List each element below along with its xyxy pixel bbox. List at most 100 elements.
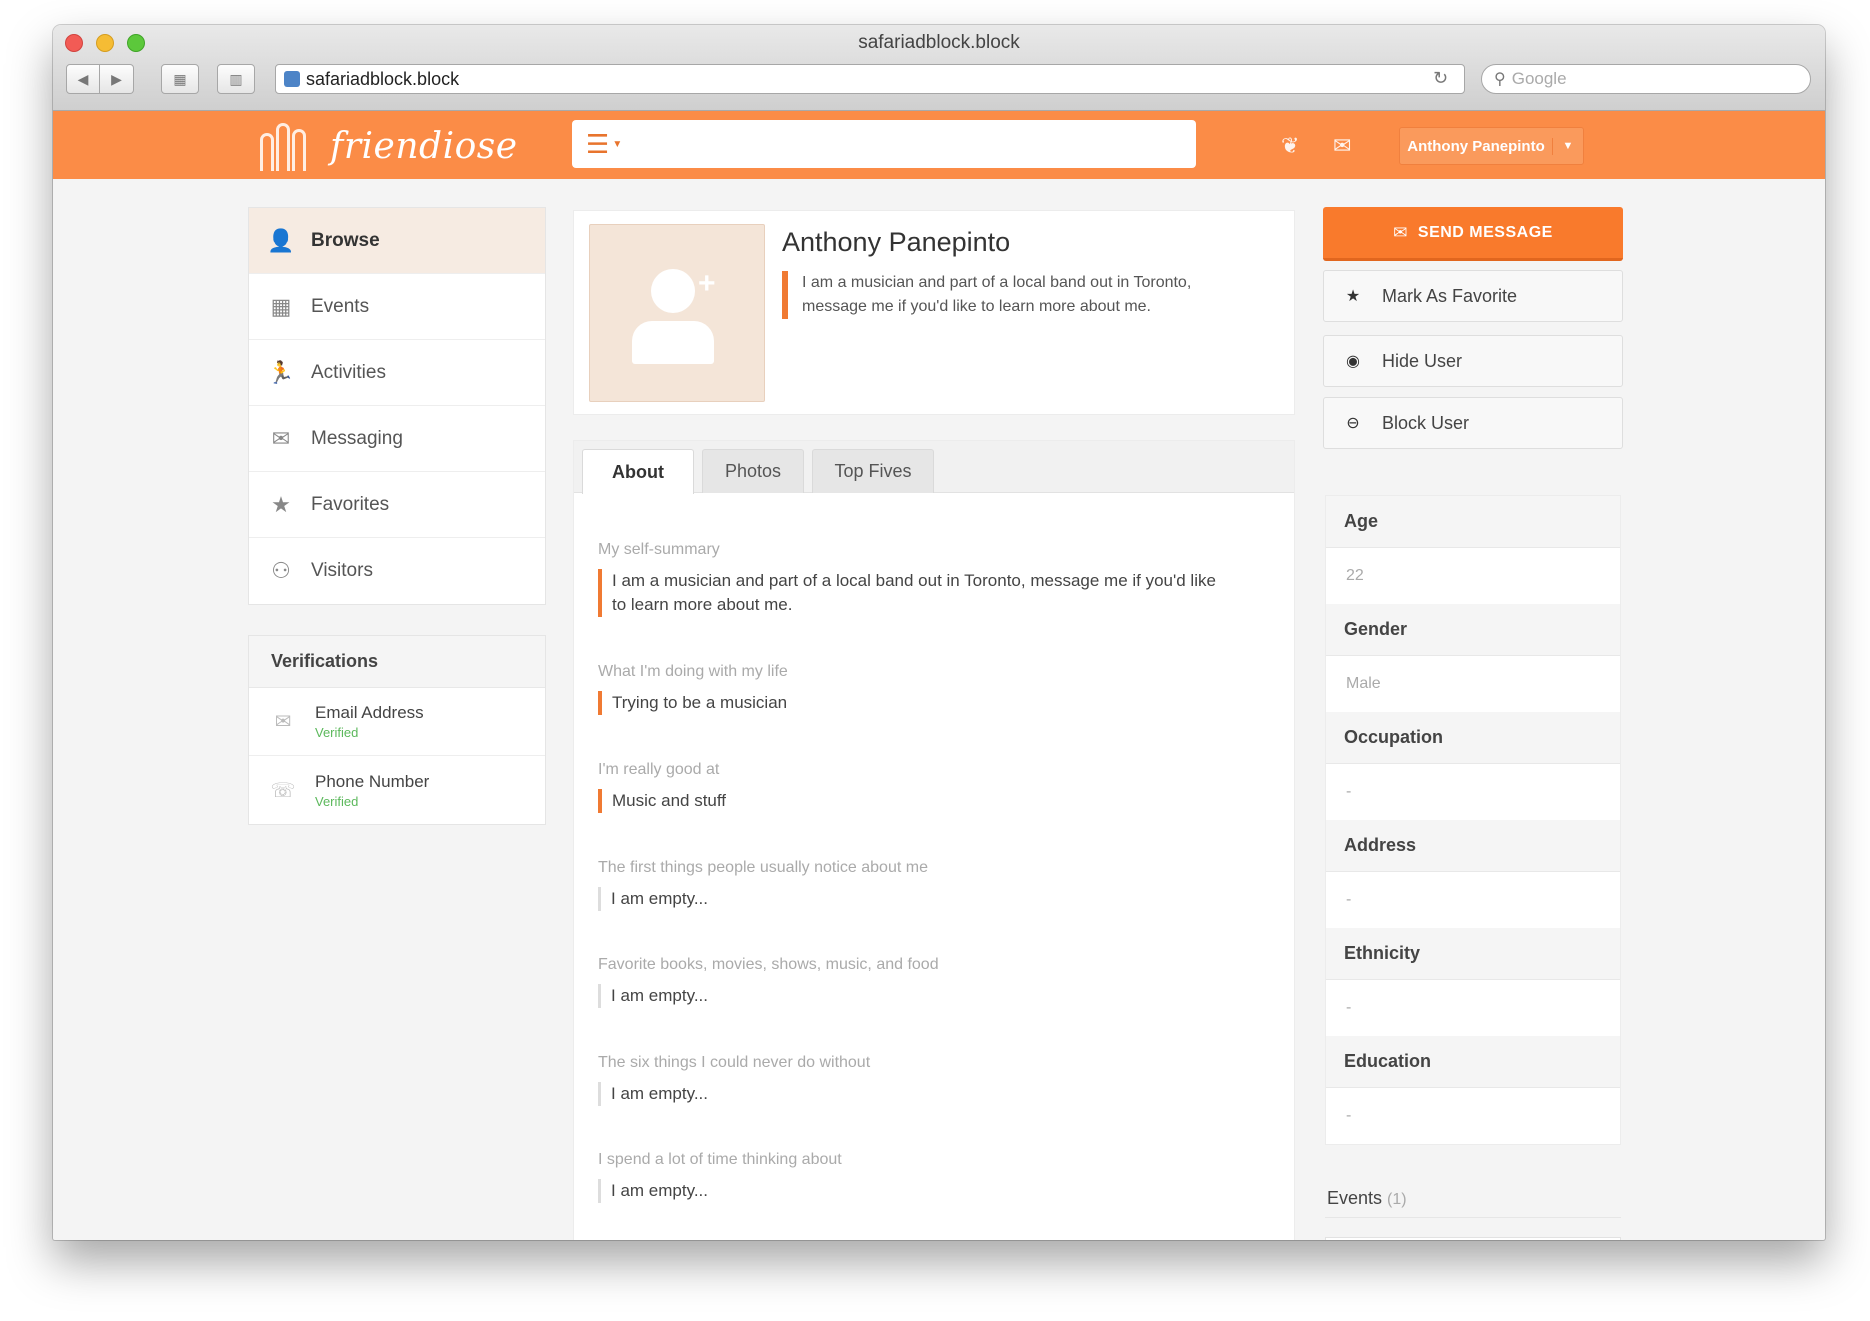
reading-list-button[interactable]: ▥: [217, 64, 255, 94]
sidebar-item-messaging[interactable]: ✉ Messaging: [249, 406, 545, 472]
detail-value-gender: Male: [1346, 675, 1381, 692]
top-sites-button[interactable]: ▦: [161, 64, 199, 94]
forward-arrow-icon: ▶: [111, 70, 122, 87]
back-arrow-icon: ◀: [77, 70, 89, 87]
events-heading: Events (1): [1327, 1188, 1407, 1209]
mark-favorite-button[interactable]: ★ Mark As Favorite: [1323, 270, 1623, 322]
tab-photos[interactable]: Photos: [702, 449, 804, 493]
about-question: My self-summary: [598, 541, 720, 558]
reload-icon[interactable]: ↻: [1433, 68, 1448, 89]
back-button[interactable]: ◀: [66, 64, 100, 94]
hide-user-button[interactable]: ◉ Hide User: [1323, 335, 1623, 387]
site-icon: [284, 71, 300, 87]
about-question: The first things people usually notice a…: [598, 859, 928, 876]
about-question: The six things I could never do without: [598, 1054, 871, 1071]
about-section: The six things I could never do without …: [598, 1054, 1218, 1106]
user-name: Anthony Panepinto: [1400, 137, 1553, 155]
profile-tabs-card: About Photos Top Fives My self-summary I…: [573, 440, 1295, 1240]
sidebar-item-visitors[interactable]: ⚇ Visitors: [249, 538, 545, 604]
tab-about[interactable]: About: [582, 449, 694, 494]
send-message-button[interactable]: ✉ SEND MESSAGE: [1323, 207, 1623, 261]
envelope-icon: ✉: [274, 711, 292, 733]
about-section: I'm really good at Music and stuff: [598, 761, 1218, 813]
detail-value-ethnicity: -: [1346, 999, 1352, 1016]
search-placeholder: Google: [1511, 69, 1567, 88]
notifications-icon[interactable]: ❦: [1281, 133, 1299, 159]
about-answer: I am empty...: [598, 1179, 1218, 1203]
browser-window: safariadblock.block ◀ ▶ ▦ ▥ safariadbloc…: [53, 25, 1825, 1240]
visitors-icon: ⚇: [271, 558, 291, 583]
about-section: I spend a lot of time thinking about I a…: [598, 1151, 1218, 1203]
sidebar-item-favorites[interactable]: ★ Favorites: [249, 472, 545, 538]
verification-status: Verified: [315, 793, 359, 809]
star-icon: ★: [271, 491, 291, 517]
sidebar-item-events[interactable]: ▦ Events: [249, 274, 545, 340]
book-icon: ▥: [229, 70, 243, 87]
app-header: friendiose ☰ ▼ ❦ ✉ Anthony Panepinto ▼: [53, 111, 1825, 179]
detail-label-address: Address: [1326, 820, 1620, 872]
detail-value-age: 22: [1346, 567, 1364, 584]
block-user-label: Block User: [1382, 412, 1470, 433]
about-answer: I am empty...: [598, 887, 1218, 911]
sidebar-item-activities[interactable]: 🏃 Activities: [249, 340, 545, 406]
caret-down-icon: ▼: [612, 138, 623, 150]
detail-label-age: Age: [1326, 496, 1620, 548]
about-section: My self-summary I am a musician and part…: [598, 541, 1218, 617]
tab-top-fives[interactable]: Top Fives: [812, 449, 934, 493]
url-bar[interactable]: safariadblock.block: [275, 64, 1465, 94]
menu-icon[interactable]: ☰: [586, 129, 609, 160]
detail-value-address: -: [1346, 891, 1352, 908]
verifications-title: Verifications: [249, 636, 545, 688]
events-label: Events: [1327, 1188, 1383, 1208]
detail-label-education: Education: [1326, 1036, 1620, 1088]
sidebar-nav: 👤 Browse ▦ Events 🏃 Activities ✉ Messagi…: [248, 207, 546, 605]
verification-status: Verified: [315, 725, 359, 740]
events-count: (1): [1387, 1191, 1407, 1208]
envelope-icon: ✉: [271, 425, 291, 451]
sidebar-item-label: Browse: [311, 229, 380, 251]
running-icon: 🏃: [267, 359, 295, 385]
block-user-button[interactable]: ⊖ Block User: [1323, 397, 1623, 449]
verification-email: ✉ Email Address Verified: [249, 688, 545, 756]
sidebar-item-browse[interactable]: 👤 Browse: [249, 208, 545, 274]
caret-down-icon[interactable]: ▼: [1553, 140, 1583, 152]
about-section: The first things people usually notice a…: [598, 859, 1218, 911]
add-photo-icon: +: [698, 267, 716, 300]
detail-label-ethnicity: Ethnicity: [1326, 928, 1620, 980]
messages-icon[interactable]: ✉: [1333, 133, 1351, 159]
brand-logo[interactable]: friendiose: [260, 121, 518, 171]
user-menu-button[interactable]: Anthony Panepinto ▼: [1399, 127, 1584, 165]
avatar-body-shape: [632, 321, 714, 364]
avatar[interactable]: +: [589, 224, 765, 402]
url-text: safariadblock.block: [306, 68, 460, 89]
profile-details-panel: Age 22 Gender Male Occupation - Address …: [1325, 495, 1621, 1145]
detail-value-occupation: -: [1346, 783, 1352, 800]
profile-bio: I am a musician and part of a local band…: [782, 271, 1222, 319]
browser-titlebar: safariadblock.block ◀ ▶ ▦ ▥ safariadbloc…: [53, 25, 1825, 111]
about-answer: I am a musician and part of a local band…: [598, 569, 1218, 617]
forward-button[interactable]: ▶: [100, 64, 134, 94]
event-card[interactable]: [1325, 1237, 1621, 1240]
user-icon: 👤: [267, 227, 295, 253]
calendar-icon: ▦: [270, 293, 292, 319]
verification-phone: ☏ Phone Number Verified: [249, 756, 545, 824]
hide-user-label: Hide User: [1382, 350, 1463, 371]
about-question: What I'm doing with my life: [598, 663, 788, 680]
about-answer: I am empty...: [598, 984, 1218, 1008]
detail-label-gender: Gender: [1326, 604, 1620, 656]
sidebar-item-label: Messaging: [311, 427, 403, 449]
about-section: Favorite books, movies, shows, music, an…: [598, 956, 1218, 1008]
about-question: I spend a lot of time thinking about: [598, 1151, 842, 1168]
envelope-icon: ✉: [1393, 222, 1408, 242]
sidebar-item-label: Activities: [311, 361, 386, 383]
mark-favorite-label: Mark As Favorite: [1382, 285, 1518, 306]
browser-search-input[interactable]: ⚲ Google: [1481, 64, 1811, 94]
about-answer: Music and stuff: [598, 789, 1218, 813]
detail-label-occupation: Occupation: [1326, 712, 1620, 764]
avatar-head-shape: [651, 269, 695, 313]
profile-name: Anthony Panepinto: [782, 227, 1011, 257]
about-answer: Trying to be a musician: [598, 691, 1218, 715]
app-search-input[interactable]: ☰ ▼: [572, 120, 1196, 168]
logo-mark-icon: [260, 121, 316, 171]
sidebar-item-label: Events: [311, 295, 370, 317]
